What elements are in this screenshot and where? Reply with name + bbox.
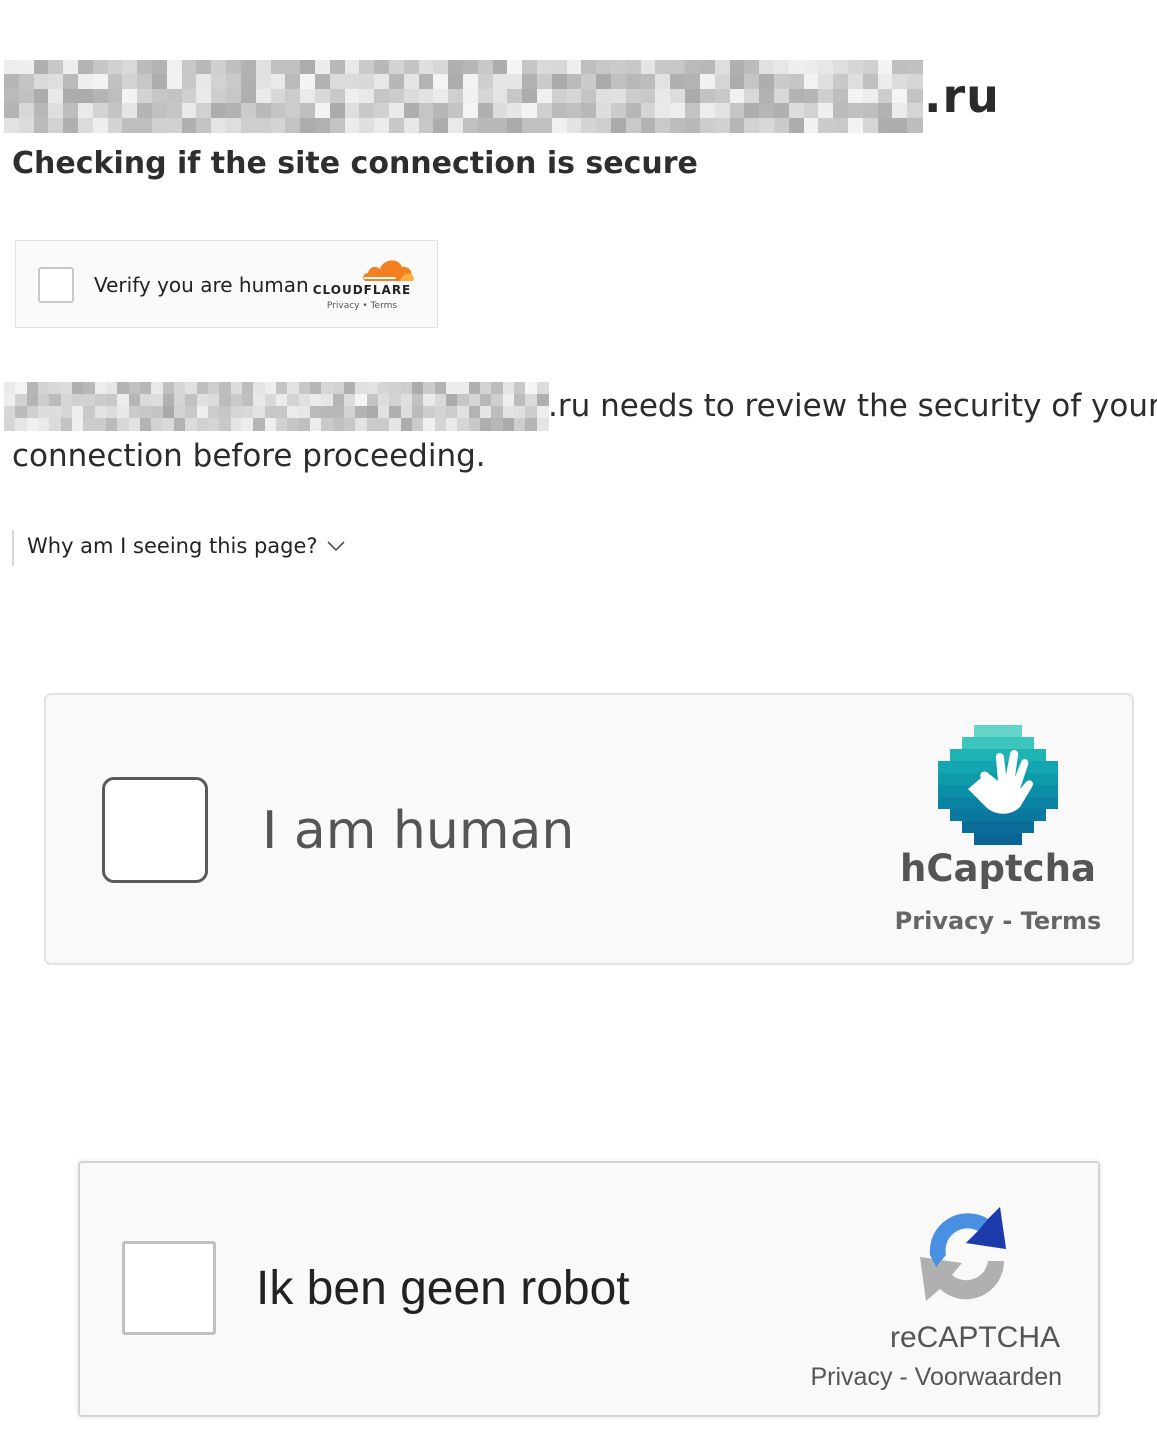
cloudflare-turnstile-widget: Verify you are human CLOUDFLARE Privacy … <box>15 240 438 328</box>
recaptcha-checkbox-label: Ik ben geen robot <box>256 1262 630 1315</box>
security-notice-text: .ru needs to review the security of your <box>548 388 1157 424</box>
cloudflare-terms-link[interactable]: Terms <box>371 301 398 311</box>
hcaptcha-brand: hCaptcha <box>900 847 1096 890</box>
domain-tld: .ru <box>924 69 1000 123</box>
recaptcha-privacy-link[interactable]: Privacy <box>810 1363 892 1391</box>
cloudflare-checkbox-label: Verify you are human <box>94 273 309 297</box>
hcaptcha-logo-icon <box>938 725 1058 845</box>
hcaptcha-checkbox[interactable] <box>102 777 208 883</box>
cloudflare-link-separator: • <box>362 301 368 311</box>
cloudflare-verify-checkbox[interactable] <box>38 267 74 303</box>
cloudflare-cloud-icon <box>363 260 414 281</box>
cloudflare-logo: CLOUDFLARE Privacy • Terms <box>306 255 418 315</box>
security-notice-line1: .ru needs to review the security of your <box>4 382 1157 431</box>
details-divider <box>12 530 14 566</box>
why-seeing-page-label: Why am I seeing this page? <box>27 534 318 558</box>
recaptcha-logo-icon <box>920 1207 1006 1301</box>
hcaptcha-widget: I am human hCaptcha Privacy - Terms <box>44 693 1134 965</box>
hcaptcha-links: Privacy - Terms <box>886 907 1110 935</box>
redacted-hostname <box>4 382 549 431</box>
recaptcha-widget: Ik ben geen robot reCAPTCHA Privacy - Vo… <box>78 1161 1100 1417</box>
cloudflare-links: Privacy • Terms <box>306 301 418 311</box>
recaptcha-link-separator: - <box>892 1363 915 1391</box>
chevron-down-icon <box>327 541 345 552</box>
recaptcha-brand: reCAPTCHA <box>889 1321 1060 1354</box>
cloudflare-wordmark: CLOUDFLARE <box>312 283 412 297</box>
cloudflare-privacy-link[interactable]: Privacy <box>327 301 360 311</box>
hcaptcha-checkbox-label: I am human <box>262 801 575 861</box>
why-seeing-page-toggle[interactable]: Why am I seeing this page? <box>27 534 346 558</box>
recaptcha-checkbox[interactable] <box>122 1241 216 1335</box>
hcaptcha-link-separator: - <box>994 907 1021 935</box>
security-notice-line2: connection before proceeding. <box>12 438 486 474</box>
recaptcha-links: Privacy - Voorwaarden <box>770 1363 1062 1392</box>
page-heading: Checking if the site connection is secur… <box>12 146 698 181</box>
hcaptcha-terms-link[interactable]: Terms <box>1021 907 1102 935</box>
redacted-hostname <box>4 60 923 133</box>
recaptcha-terms-link[interactable]: Voorwaarden <box>915 1363 1062 1391</box>
domain-title: .ru <box>4 60 1000 133</box>
hcaptcha-privacy-link[interactable]: Privacy <box>895 907 994 935</box>
